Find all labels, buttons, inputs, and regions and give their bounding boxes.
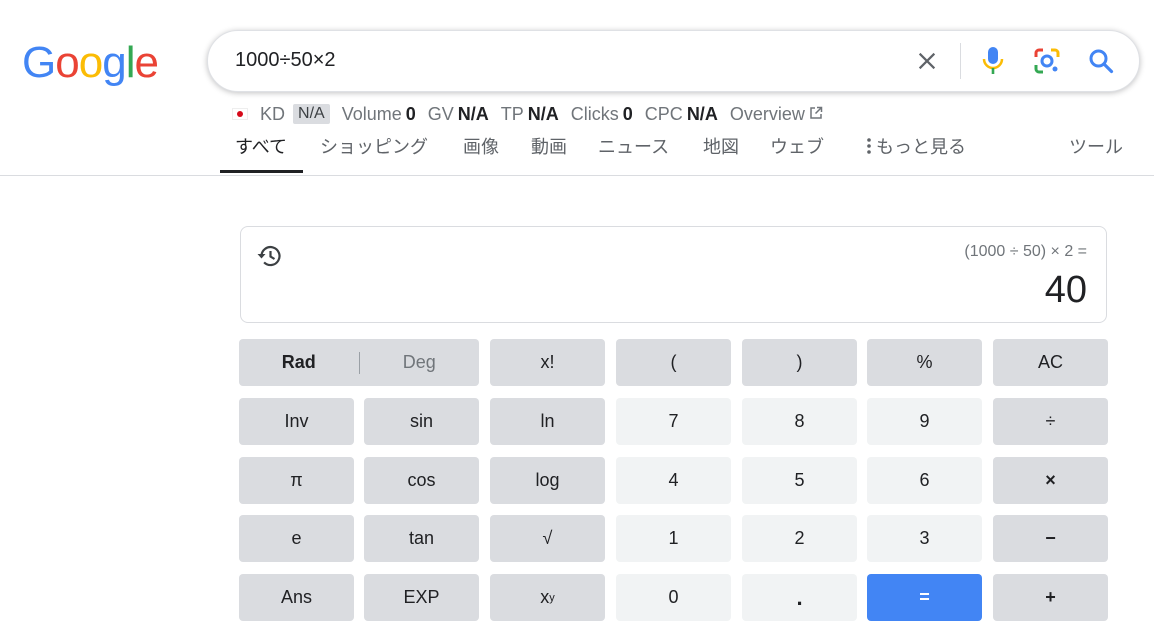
volume-value: 0 [405, 103, 416, 124]
gv-value: N/A [457, 103, 489, 124]
log-button[interactable]: log [490, 457, 605, 504]
search-tabs: すべて ショッピング 画像 動画 ニュース 地図 ウェブ もっと見る ツール [0, 128, 1154, 176]
minus-button[interactable]: − [993, 515, 1108, 562]
pi-button[interactable]: π [239, 457, 354, 504]
tab-all[interactable]: すべて [235, 133, 287, 159]
search-input[interactable]: 1000÷50×2 [235, 49, 336, 72]
close-paren-button[interactable]: ) [742, 339, 857, 386]
tab-shopping[interactable]: ショッピング [320, 133, 428, 159]
digit-9-button[interactable]: 9 [867, 398, 982, 445]
decimal-point-button[interactable]: . [742, 574, 857, 621]
plus-button[interactable]: + [993, 574, 1108, 621]
logo-letter: o [78, 38, 104, 87]
digit-3-button[interactable]: 3 [867, 515, 982, 562]
exp-button[interactable]: EXP [364, 574, 479, 621]
divide-button[interactable]: ÷ [993, 398, 1108, 445]
multiply-button[interactable]: × [993, 457, 1108, 504]
euler-button[interactable]: e [239, 515, 354, 562]
digit-8-button[interactable]: 8 [742, 398, 857, 445]
tab-images[interactable]: 画像 [463, 133, 499, 159]
tab-more-label: もっと見る [876, 137, 966, 157]
sqrt-button[interactable]: √ [490, 515, 605, 562]
tab-more[interactable]: もっと見る [866, 133, 966, 160]
cpc-value: N/A [686, 103, 718, 124]
digit-1-button[interactable]: 1 [616, 515, 731, 562]
equals-button[interactable]: = [867, 574, 982, 621]
close-icon[interactable] [912, 46, 942, 76]
tp-value: N/A [527, 103, 559, 124]
inverse-button[interactable]: Inv [239, 398, 354, 445]
logo-letter: o [55, 38, 80, 87]
digit-0-button[interactable]: 0 [616, 574, 731, 621]
logo-letter: g [102, 38, 127, 87]
google-logo[interactable]: Google [22, 38, 159, 88]
kd-label: KD [260, 103, 286, 124]
tab-news[interactable]: ニュース [598, 133, 669, 159]
japan-flag-icon [232, 108, 248, 120]
factorial-button[interactable]: x! [490, 339, 605, 386]
ln-button[interactable]: ln [490, 398, 605, 445]
more-vert-icon [866, 137, 872, 160]
percent-button[interactable]: % [867, 339, 982, 386]
rad-deg-toggle[interactable]: Rad Deg [239, 339, 479, 386]
cos-button[interactable]: cos [364, 457, 479, 504]
cpc-label: CPC [644, 103, 683, 124]
digit-5-button[interactable]: 5 [742, 457, 857, 504]
power-base: x [540, 587, 550, 607]
calculation-result: 40 [1044, 269, 1087, 311]
tab-videos[interactable]: 動画 [531, 133, 567, 159]
power-button[interactable]: xy [490, 574, 605, 621]
open-paren-button[interactable]: ( [616, 339, 731, 386]
digit-6-button[interactable]: 6 [867, 457, 982, 504]
tab-web[interactable]: ウェブ [770, 133, 824, 159]
digit-2-button[interactable]: 2 [742, 515, 857, 562]
tan-button[interactable]: tan [364, 515, 479, 562]
all-clear-button[interactable]: AC [993, 339, 1108, 386]
rad-button[interactable]: Rad [239, 352, 359, 373]
calculation-expression: (1000 ÷ 50) × 2 = [964, 243, 1087, 260]
sin-button[interactable]: sin [364, 398, 479, 445]
search-icon[interactable] [1086, 46, 1116, 76]
digit-7-button[interactable]: 7 [616, 398, 731, 445]
logo-letter: e [134, 38, 159, 87]
gv-label: GV [427, 103, 454, 124]
clicks-value: 0 [622, 103, 633, 124]
clicks-label: Clicks [570, 103, 619, 124]
microphone-icon[interactable] [978, 46, 1008, 76]
search-box[interactable]: 1000÷50×2 [207, 30, 1140, 92]
logo-letter: G [22, 38, 56, 87]
tp-label: TP [500, 103, 524, 124]
digit-4-button[interactable]: 4 [616, 457, 731, 504]
history-icon[interactable] [256, 242, 284, 275]
volume-label: Volume [341, 103, 402, 124]
calculator-display: (1000 ÷ 50) × 2 = 40 [240, 226, 1107, 323]
tab-tools[interactable]: ツール [1069, 133, 1123, 159]
active-tab-indicator [220, 170, 303, 173]
overview-link[interactable]: Overview [730, 104, 805, 125]
search-divider [960, 43, 961, 79]
external-link-icon[interactable] [809, 104, 823, 125]
answer-button[interactable]: Ans [239, 574, 354, 621]
seo-metrics-bar: KD N/A Volume 0 GV N/A TP N/A Clicks 0 C… [232, 103, 823, 125]
tab-maps[interactable]: 地図 [703, 133, 739, 159]
deg-button[interactable]: Deg [360, 352, 480, 373]
power-exponent: y [549, 591, 555, 604]
kd-value-badge: N/A [293, 104, 330, 124]
lens-camera-icon[interactable] [1032, 46, 1062, 76]
